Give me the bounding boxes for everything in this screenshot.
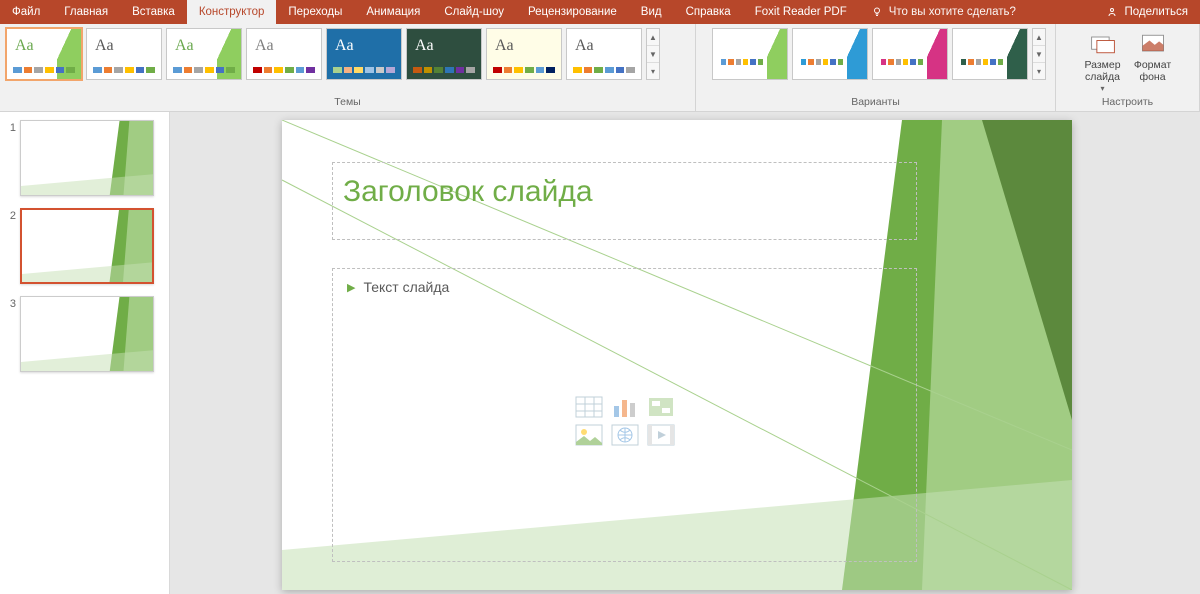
tab-foxit[interactable]: Foxit Reader PDF	[743, 0, 859, 24]
theme-thumb-0[interactable]: Aa	[6, 28, 82, 80]
themes-gallery-more[interactable]: ▲▼▾	[646, 28, 660, 80]
theme-thumb-6[interactable]: Aa	[486, 28, 562, 80]
title-placeholder-text: Заголовок слайда	[333, 163, 916, 221]
slide-canvas[interactable]: Заголовок слайда ▶ Текст слайда	[282, 120, 1072, 590]
slide-editor-area[interactable]: Заголовок слайда ▶ Текст слайда	[170, 112, 1200, 594]
content-insert-icons	[575, 396, 675, 446]
group-themes-label: Темы	[6, 94, 689, 111]
slide-size-button[interactable]: Размер слайда ▾	[1079, 28, 1127, 94]
tell-me-search[interactable]: Что вы хотите сделать?	[859, 0, 1028, 24]
insert-picture-icon[interactable]	[575, 424, 603, 446]
tab-animations[interactable]: Анимация	[354, 0, 432, 24]
format-background-button[interactable]: Формат фона	[1129, 28, 1177, 83]
share-icon	[1106, 6, 1118, 18]
variant-thumb-1[interactable]	[792, 28, 868, 80]
group-variants: ▲▼▾ Варианты	[696, 24, 1056, 111]
group-variants-label: Варианты	[702, 94, 1049, 111]
theme-thumb-4[interactable]: Aa	[326, 28, 402, 80]
content-placeholder[interactable]: ▶ Текст слайда	[332, 268, 917, 562]
slide-size-label: Размер слайда	[1079, 60, 1127, 83]
content-placeholder-text: Текст слайда	[363, 279, 449, 295]
insert-smartart-icon[interactable]	[647, 396, 675, 418]
tab-help[interactable]: Справка	[674, 0, 743, 24]
tab-insert[interactable]: Вставка	[120, 0, 187, 24]
insert-chart-icon[interactable]	[611, 396, 639, 418]
share-button[interactable]: Поделиться	[1094, 0, 1200, 24]
variant-thumb-0[interactable]	[712, 28, 788, 80]
slide-number: 3	[4, 296, 16, 310]
insert-video-icon[interactable]	[647, 424, 675, 446]
tab-view[interactable]: Вид	[629, 0, 674, 24]
theme-thumb-5[interactable]: Aa	[406, 28, 482, 80]
insert-online-picture-icon[interactable]	[611, 424, 639, 446]
variants-gallery-more[interactable]: ▲▼▾	[1032, 28, 1046, 80]
variant-thumb-3[interactable]	[952, 28, 1028, 80]
insert-table-icon[interactable]	[575, 396, 603, 418]
slide-size-icon	[1089, 30, 1117, 58]
slide-thumb-2[interactable]	[20, 208, 154, 284]
slide-thumbnails-panel: 1 2 3	[0, 112, 170, 594]
group-themes: AaAaAaAaAaAaAaAa▲▼▾ Темы	[0, 24, 696, 111]
theme-thumb-3[interactable]: Aa	[246, 28, 322, 80]
format-bg-label: Формат фона	[1129, 60, 1177, 83]
variant-thumb-2[interactable]	[872, 28, 948, 80]
tab-design[interactable]: Конструктор	[187, 0, 277, 24]
tell-me-placeholder: Что вы хотите сделать?	[889, 6, 1016, 18]
theme-thumb-7[interactable]: Aa	[566, 28, 642, 80]
slide-number: 2	[4, 208, 16, 222]
ribbon-content: AaAaAaAaAaAaAaAa▲▼▾ Темы ▲▼▾ Варианты Ра…	[0, 24, 1200, 112]
theme-thumb-2[interactable]: Aa	[166, 28, 242, 80]
tab-file[interactable]: Файл	[0, 0, 52, 24]
slide-number: 1	[4, 120, 16, 134]
workspace: 1 2 3 Заголовок слайда ▶ Текст слайда	[0, 112, 1200, 594]
slide-thumb-1[interactable]	[20, 120, 154, 196]
share-label: Поделиться	[1124, 6, 1188, 18]
format-bg-icon	[1139, 30, 1167, 58]
ribbon-tabs: Файл Главная Вставка Конструктор Переход…	[0, 0, 1200, 24]
lightbulb-icon	[871, 6, 883, 18]
tab-review[interactable]: Рецензирование	[516, 0, 629, 24]
group-customize: Размер слайда ▾ Формат фона Настроить	[1056, 24, 1200, 111]
tab-transitions[interactable]: Переходы	[276, 0, 354, 24]
group-customize-label: Настроить	[1062, 94, 1193, 111]
tab-slideshow[interactable]: Слайд-шоу	[432, 0, 516, 24]
title-placeholder[interactable]: Заголовок слайда	[332, 162, 917, 240]
tab-home[interactable]: Главная	[52, 0, 120, 24]
bullet-icon: ▶	[347, 281, 355, 294]
slide-thumb-3[interactable]	[20, 296, 154, 372]
theme-thumb-1[interactable]: Aa	[86, 28, 162, 80]
